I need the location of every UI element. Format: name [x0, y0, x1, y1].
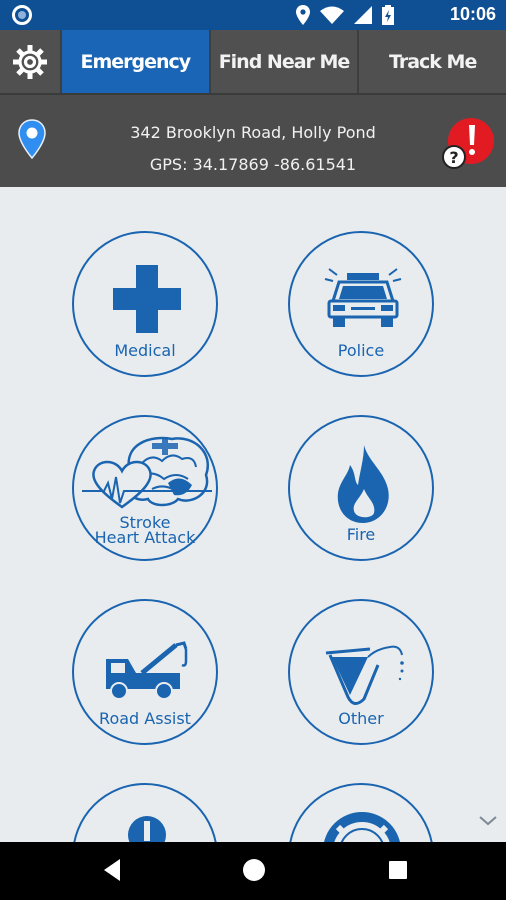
exclamation-icon: [128, 816, 166, 842]
signal-icon: [354, 6, 372, 24]
recents-icon[interactable]: [386, 857, 410, 883]
top-navigation: Emergency Find Near Me Track Me: [0, 30, 506, 93]
stroke-heart-attack-button[interactable]: Stroke Heart Attack: [72, 415, 218, 561]
road-assist-label: Road Assist: [99, 709, 191, 728]
tow-truck-icon: [106, 641, 188, 700]
tab-emergency[interactable]: Emergency: [62, 30, 211, 93]
gps-coordinates: GPS: 34.17869 -86.61541: [149, 155, 357, 174]
settings-button[interactable]: [0, 30, 62, 93]
scroll-down-chevron-icon[interactable]: [478, 815, 498, 827]
other-label: Other: [338, 709, 384, 728]
police-car-icon: [324, 268, 402, 327]
clock: 10:06: [449, 4, 496, 24]
back-icon[interactable]: [100, 857, 124, 883]
fire-icon: [337, 445, 389, 523]
status-bar: 10:06: [0, 0, 506, 30]
tab-track-me[interactable]: Track Me: [359, 30, 506, 93]
medical-cross-icon: [113, 265, 181, 333]
life-ring-icon: [324, 812, 400, 842]
location-bar: 342 Brooklyn Road, Holly Pond GPS: 34.17…: [0, 93, 506, 187]
home-icon[interactable]: [241, 857, 267, 883]
medical-button[interactable]: Medical: [72, 231, 218, 377]
battery-icon: [382, 5, 394, 25]
svg-text:?: ?: [449, 148, 458, 167]
emergency-services-grid: Medical Police Stroke Heart Attack Fire …: [0, 187, 506, 842]
location-icon: [296, 5, 310, 25]
fire-label: Fire: [346, 525, 376, 544]
water-rescue-button[interactable]: [288, 783, 434, 842]
other-button[interactable]: Other: [288, 599, 434, 745]
beaker-icon: [325, 645, 404, 705]
current-address: 342 Brooklyn Road, Holly Pond: [130, 123, 376, 142]
wifi-icon: [320, 6, 344, 24]
app-notification-icon: [12, 5, 32, 25]
alert-service-button[interactable]: [72, 783, 218, 842]
road-assist-button[interactable]: Road Assist: [72, 599, 218, 745]
system-navigation-bar: [0, 842, 506, 900]
tab-find-near-me[interactable]: Find Near Me: [211, 30, 360, 93]
help-alert-icon[interactable]: ?: [440, 117, 496, 173]
heart-attack-label: Heart Attack: [94, 528, 196, 547]
medical-label: Medical: [114, 341, 176, 360]
fire-button[interactable]: Fire: [288, 415, 434, 561]
police-button[interactable]: Police: [288, 231, 434, 377]
police-label: Police: [337, 341, 385, 360]
gear-icon: [13, 44, 47, 79]
brain-heart-icon: [82, 436, 212, 509]
